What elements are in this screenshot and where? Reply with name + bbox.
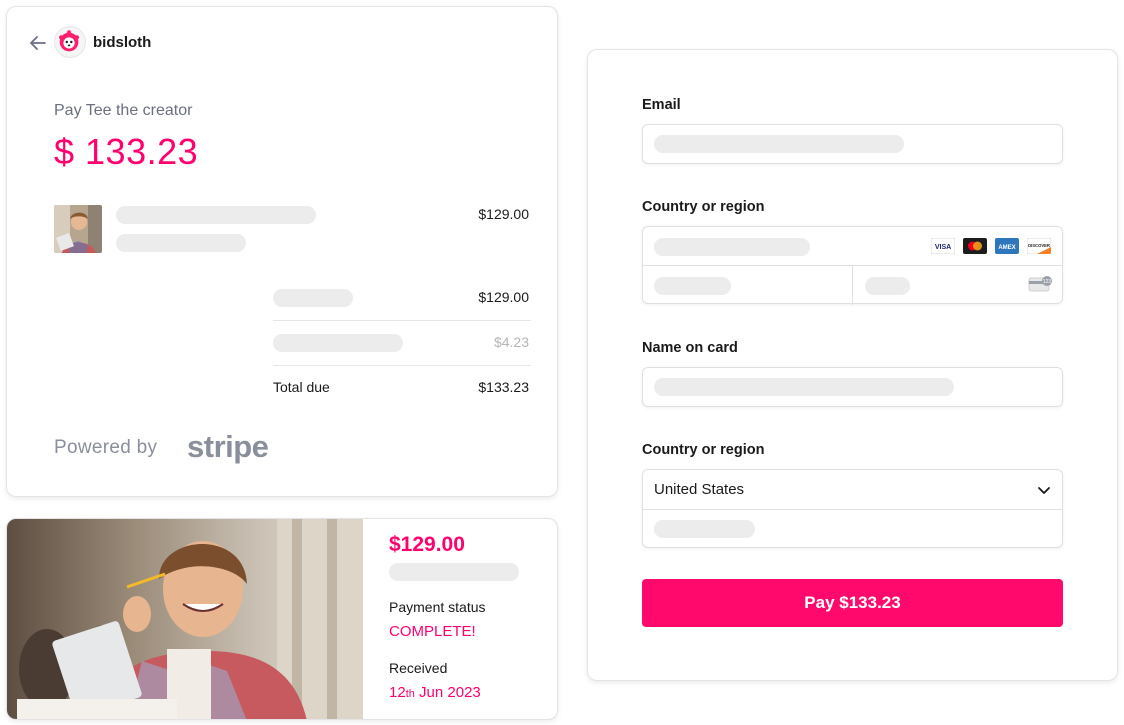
payment-form-card: Email Country or region VISA AMEX DISCOV…: [587, 49, 1118, 681]
email-field[interactable]: [642, 124, 1063, 164]
subtotal-value: $129.00: [478, 289, 529, 305]
expiry-placeholder: [654, 277, 731, 295]
name-on-card-field[interactable]: [642, 367, 1063, 407]
card-details-field: VISA AMEX DISCOVER 123: [642, 226, 1063, 305]
received-date: 12th Jun 2023: [389, 684, 481, 701]
visa-icon: VISA: [931, 238, 955, 254]
chevron-down-icon: [1038, 487, 1050, 494]
cvc-card-icon: 123: [1028, 276, 1052, 292]
receipt-item-placeholder: [389, 563, 519, 581]
country-label: Country or region: [642, 442, 765, 458]
cvc-placeholder: [865, 277, 910, 295]
card-info-label: Country or region: [642, 199, 765, 215]
received-label: Received: [389, 660, 448, 676]
country-select[interactable]: United States: [643, 470, 1062, 509]
item-name-placeholder: [116, 206, 316, 224]
svg-text:VISA: VISA: [935, 244, 951, 251]
cvc-input[interactable]: 123: [854, 266, 1063, 305]
back-arrow-icon[interactable]: [27, 32, 49, 54]
svg-text:DISCOVER: DISCOVER: [1028, 243, 1050, 248]
expiry-input[interactable]: [643, 266, 853, 305]
bidsloth-logo-icon: [54, 26, 86, 58]
fee-value: $4.23: [493, 334, 529, 350]
country-select-value: United States: [654, 481, 745, 498]
card-number-placeholder: [654, 238, 810, 256]
powered-by-text: Powered by: [54, 437, 158, 458]
item-detail-placeholder: [116, 234, 246, 252]
product-thumbnail: [54, 205, 102, 253]
discover-icon: DISCOVER: [1027, 238, 1051, 254]
card-number-input[interactable]: VISA AMEX DISCOVER: [643, 227, 1062, 265]
fee-label-placeholder: [273, 334, 403, 352]
postal-placeholder: [654, 520, 755, 538]
payment-status-label: Payment status: [389, 599, 486, 615]
total-amount: $ 133.23: [54, 131, 199, 172]
payee-text: Pay Tee the creator: [54, 102, 193, 119]
divider: [273, 320, 531, 321]
product-photo: [7, 519, 363, 719]
item-price: $129.00: [478, 206, 529, 222]
billing-address-field: United States: [642, 469, 1063, 548]
divider: [273, 365, 531, 366]
email-placeholder: [654, 135, 904, 153]
subtotal-label-placeholder: [273, 289, 353, 307]
receipt-amount: $129.00: [389, 533, 465, 556]
payment-status-value: COMPLETE!: [389, 623, 476, 640]
mastercard-icon: [963, 238, 987, 254]
brand-name: bidsloth: [93, 34, 152, 51]
total-due-label: Total due: [273, 379, 330, 395]
postal-code-input[interactable]: [643, 509, 1062, 548]
amex-icon: AMEX: [995, 238, 1019, 254]
payment-receipt-card: $129.00 Payment status COMPLETE! Receive…: [6, 518, 558, 720]
name-placeholder: [654, 378, 954, 396]
card-bottom-row: 123: [643, 265, 1062, 305]
pay-button[interactable]: Pay $133.23: [642, 579, 1063, 627]
svg-text:123: 123: [1043, 279, 1052, 285]
stripe-logo: stripe: [187, 429, 269, 464]
email-label: Email: [642, 97, 681, 113]
order-summary-card: bidsloth Pay Tee the creator $ 133.23 $1…: [6, 6, 558, 497]
name-on-card-label: Name on card: [642, 340, 738, 356]
total-due-value: $133.23: [478, 379, 529, 395]
svg-text:AMEX: AMEX: [998, 245, 1015, 251]
